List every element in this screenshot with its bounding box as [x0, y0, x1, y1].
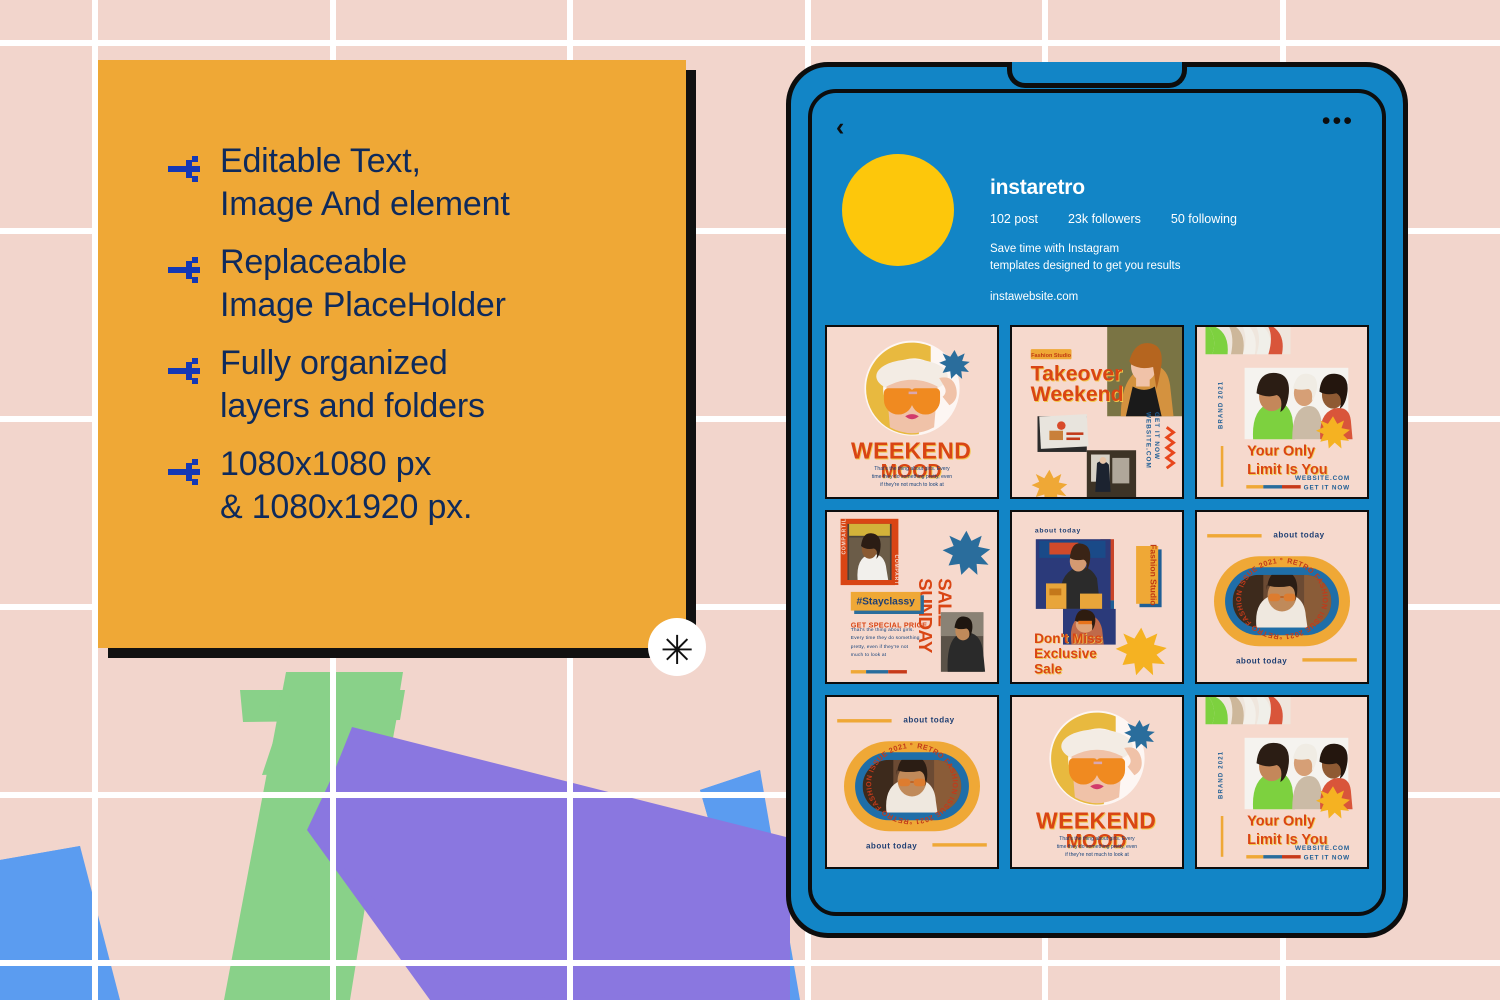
svg-text:about today: about today: [903, 715, 954, 724]
post-thumbnail[interactable]: Your Only Your Only Limit Is You Limit I…: [1195, 694, 1369, 869]
stat-following[interactable]: 50 following: [1171, 212, 1237, 226]
pixel-arrow-right-icon: [168, 241, 220, 288]
asterisk-icon: ✳: [660, 628, 694, 674]
post-thumbnail[interactable]: about today: [825, 694, 999, 869]
svg-text:GET IT NOW: GET IT NOW: [1153, 412, 1160, 460]
asterisk-badge: ✳: [648, 618, 706, 676]
svg-text:Don't Miss: Don't Miss: [1034, 630, 1102, 645]
profile-info: instaretro 102 post 23k followers 50 fol…: [990, 154, 1237, 303]
post-thumbnail[interactable]: COMPARTILHA COMPARTILHA SUNDAY SALE #Sta…: [825, 509, 999, 684]
svg-text:Your Only: Your Only: [1247, 813, 1315, 829]
profile-username: instaretro: [990, 176, 1085, 199]
svg-text:Sale: Sale: [1034, 661, 1062, 676]
feature-item: 1080x1080 px & 1080x1920 px.: [168, 443, 646, 528]
pixel-arrow-right-icon: [168, 140, 220, 187]
svg-text:about today: about today: [1236, 656, 1287, 665]
profile-stats: 102 post 23k followers 50 following: [990, 212, 1237, 226]
profile-topbar: ‹ •••: [812, 93, 1382, 140]
svg-text:Fashion Studio: Fashion Studio: [1149, 544, 1159, 605]
svg-text:#Stayclassy: #Stayclassy: [856, 596, 915, 607]
post-body-text: That's the thing about girls. Every time…: [1056, 836, 1138, 858]
back-chevron-icon[interactable]: ‹: [836, 115, 844, 140]
feature-item: Replaceable Image PlaceHolder: [168, 241, 646, 326]
post-thumbnail[interactable]: WEEKEND WEEKEND MOOD MOOD That's the thi…: [825, 324, 999, 499]
feature-item-label: 1080x1080 px & 1080x1920 px.: [220, 445, 473, 526]
feature-item-label: Fully organized layers and folders: [220, 344, 485, 425]
feature-item-label: Replaceable Image PlaceHolder: [220, 243, 506, 324]
feature-item-label: Editable Text, Image And element: [220, 142, 510, 223]
feature-card: Editable Text, Image And element Replace…: [98, 60, 686, 648]
svg-text:BRAND 2021: BRAND 2021: [1219, 750, 1225, 798]
svg-text:about today: about today: [866, 841, 917, 850]
post-thumbnail[interactable]: Your Only Your Only Limit Is You Limit I…: [1195, 324, 1369, 499]
feature-item: Fully organized layers and folders: [168, 342, 646, 427]
svg-text:COMPARTILHA: COMPARTILHA: [842, 512, 848, 555]
post-thumbnail[interactable]: about today: [1010, 509, 1184, 684]
svg-text:WEBSITE.COM: WEBSITE.COM: [1144, 412, 1151, 469]
svg-text:GET IT NOW: GET IT NOW: [1304, 854, 1350, 861]
pixel-arrow-right-icon: [168, 443, 220, 490]
svg-text:Weekend: Weekend: [1031, 381, 1124, 405]
svg-text:Fashion Studio: Fashion Studio: [1031, 352, 1071, 358]
svg-text:Exclusive: Exclusive: [1034, 646, 1097, 661]
feature-item: Editable Text, Image And element: [168, 140, 646, 225]
svg-text:BRAND 2021: BRAND 2021: [1219, 380, 1225, 428]
stat-posts[interactable]: 102 post: [990, 212, 1038, 226]
tablet-notch: [1007, 62, 1187, 88]
post-thumbnail[interactable]: Fashion Studio Takeover Takeover Weekend…: [1010, 324, 1184, 499]
pixel-arrow-right-icon: [168, 342, 220, 389]
svg-text:WEBSITE.COM: WEBSITE.COM: [1295, 475, 1350, 482]
profile-bio: Save time with Instagram templates desig…: [990, 243, 1181, 273]
profile-website-link[interactable]: instawebsite.com: [990, 291, 1237, 303]
stat-followers[interactable]: 23k followers: [1068, 212, 1141, 226]
profile-header: instaretro 102 post 23k followers 50 fol…: [812, 140, 1382, 325]
more-options-icon[interactable]: •••: [1322, 109, 1354, 134]
post-grid: WEEKEND WEEKEND MOOD MOOD That's the thi…: [812, 324, 1382, 883]
post-body-text: That's the thing about girls. Every time…: [850, 628, 920, 659]
avatar[interactable]: [842, 154, 954, 266]
post-body-text: That's the thing about girls. Every time…: [871, 466, 953, 488]
post-thumbnail[interactable]: about today: [1195, 509, 1369, 684]
svg-text:GET IT NOW: GET IT NOW: [1304, 484, 1350, 491]
svg-text:WEBSITE.COM: WEBSITE.COM: [1295, 845, 1350, 852]
svg-text:about today: about today: [1273, 530, 1324, 539]
tablet-screen: ‹ ••• instaretro 102 post 23k followers …: [808, 89, 1386, 916]
post-thumbnail[interactable]: WEEKEND WEEKEND MOOD MOOD That's the thi…: [1010, 694, 1184, 869]
svg-text:about today: about today: [1035, 527, 1081, 534]
svg-text:Your Only: Your Only: [1247, 443, 1315, 459]
tablet-device-mockup: ‹ ••• instaretro 102 post 23k followers …: [786, 62, 1408, 938]
